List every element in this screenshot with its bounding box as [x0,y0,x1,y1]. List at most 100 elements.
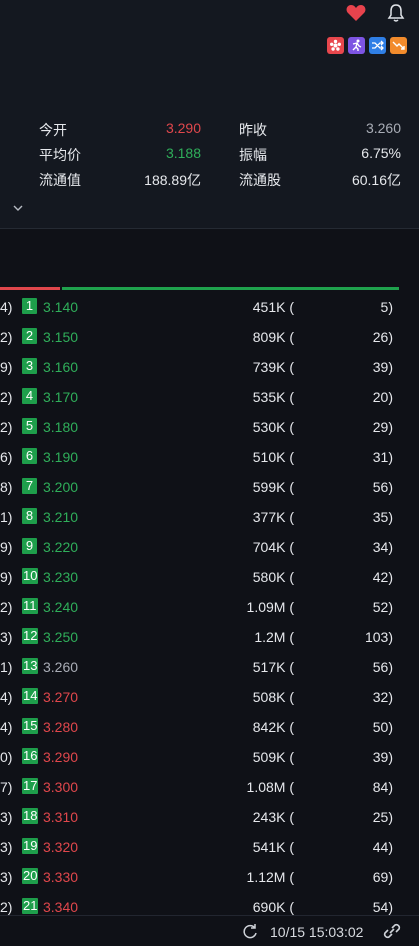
level-badge: 13 [22,658,39,674]
open-value: 3.290 [165,120,201,136]
stat-row: 平均价 3.188 振幅 6.75% [39,143,401,168]
shuffle-icon[interactable] [369,37,386,54]
volume: 510K ( [252,449,294,465]
timestamp: 10/15 15:03:02 [270,924,364,940]
price: 3.270 [43,689,79,705]
level-badge: 3 [22,358,37,374]
order-book-row[interactable]: 3) 18 3.310 243K (25) [0,802,419,832]
heart-icon[interactable] [345,2,367,24]
left-count: 6) [0,449,13,465]
left-count: 0) [0,749,13,765]
order-book-row[interactable]: 4) 15 3.280 842K (50) [0,712,419,742]
order-book-row[interactable]: 9) 9 3.220 704K (34) [0,532,419,562]
level-badge: 1 [22,298,37,314]
price: 3.150 [43,329,79,345]
order-count: 39) [372,749,393,765]
order-book-row[interactable]: 3) 12 3.250 1.2M (103) [0,622,419,652]
level-badge: 6 [22,448,37,464]
stat-row: 流通值 188.89亿 流通股 60.16亿 [39,168,401,193]
order-count: 39) [372,359,393,375]
left-count: 4) [0,299,13,315]
left-count: 1) [0,509,13,525]
order-book-row[interactable]: 6) 6 3.190 510K ( 31) [0,442,419,472]
float-shares-value: 60.16亿 [351,172,401,188]
trend-down-icon[interactable] [390,37,407,54]
order-book-row[interactable]: 2) 11 3.240 1.09M (52) [0,592,419,622]
level-badge: 20 [22,868,39,884]
level-badge: 16 [22,748,39,764]
order-book-row[interactable]: 2) 4 3.170 535K (20) [0,382,419,412]
order-count: 103) [364,629,393,645]
order-book-row[interactable]: 4) 1 3.140 451K (5) [0,292,419,322]
order-book-row[interactable]: 3) 19 3.320 541K (44) [0,832,419,862]
volume: 517K ( [252,659,294,675]
price: 3.320 [43,839,79,855]
float-shares-label: 流通股 [239,172,281,188]
volume: 541K ( [252,839,294,855]
order-book-row[interactable]: 7) 17 3.300 1.08M (84) [0,772,419,802]
order-book-row[interactable]: 2) 2 3.150 809K (26) [0,322,419,352]
order-count: 52) [372,599,393,615]
left-count: 1) [0,659,13,675]
sell-ratio [0,287,60,290]
left-count: 3) [0,809,13,825]
refresh-icon[interactable] [241,923,259,946]
order-book-row[interactable]: 1) 8 3.210 377K (35) [0,502,419,532]
level-badge: 10 [22,568,39,584]
left-count: 9) [0,569,13,585]
order-book-row[interactable]: 3) 20 3.330 1.12M (69) [0,862,419,892]
order-book-row[interactable]: 2) 5 3.180 530K (29) [0,412,419,442]
top-icons [345,2,407,24]
hk-flower-icon[interactable] [327,37,344,54]
volume: 535K ( [252,389,294,405]
order-book-row[interactable]: 8) 7 3.200 599K (56) [0,472,419,502]
volume: 1.12M ( [246,869,294,885]
volume: 377K ( [252,509,294,525]
left-count: 3) [0,869,13,885]
order-book: 4) 1 3.140 451K (5) 2) 2 3.150 809K (26) 9) 3 3.16… [0,292,419,922]
volume: 1.2M ( [254,629,294,645]
order-count: 69) [372,869,393,885]
price: 3.280 [43,719,79,735]
volume: 809K ( [252,329,294,345]
level-badge: 8 [22,508,37,524]
avg-price-value: 3.188 [165,145,201,161]
order-count: 56) [372,479,393,495]
volume: 739K ( [252,359,294,375]
left-count: 9) [0,359,13,375]
left-count: 2) [0,599,13,615]
feature-icons [327,37,407,54]
order-book-row[interactable]: 9) 10 3.230 580K (42) [0,562,419,592]
left-count: 7) [0,779,13,795]
left-count: 8) [0,479,13,495]
order-count: 50) [372,719,393,735]
left-count: 2) [0,389,13,405]
price: 3.250 [43,629,79,645]
runner-icon[interactable] [348,37,365,54]
level-badge: 11 [22,598,38,614]
stat-row: 今开 3.290 昨收 3.260 [39,118,401,143]
amplitude-value: 6.75% [361,145,401,161]
price: 3.190 [43,449,79,465]
float-value-label: 流通值 [39,172,81,188]
order-count: 31) [372,449,393,465]
order-book-row[interactable]: 1) 13 3.260 517K (56) [0,652,419,682]
order-count: 84) [372,779,393,795]
volume: 451K ( [252,299,294,315]
order-book-row[interactable]: 0) 16 3.290 509K (39) [0,742,419,772]
price: 3.230 [43,569,79,585]
price: 3.140 [43,299,79,315]
avg-price-label: 平均价 [39,147,81,163]
order-book-row[interactable]: 4) 14 3.270 508K (32) [0,682,419,712]
bid-ask-ratio-bar [0,287,399,290]
left-count: 2) [0,419,13,435]
level-badge: 9 [22,538,37,554]
chevron-down-icon[interactable] [11,201,25,213]
order-book-row[interactable]: 9) 3 3.160 739K (39) [0,352,419,382]
level-badge: 12 [22,628,39,644]
left-count: 2) [0,329,13,345]
bell-icon[interactable] [385,2,407,24]
volume: 1.08M ( [246,779,294,795]
price: 3.200 [43,479,79,495]
link-icon[interactable] [382,923,402,944]
